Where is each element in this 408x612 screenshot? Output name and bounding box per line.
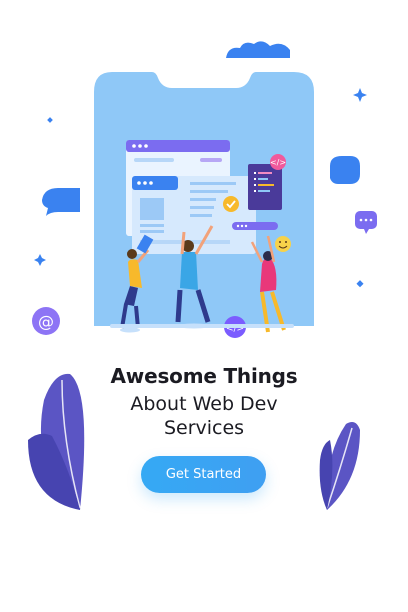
checkmark-icon [223, 196, 239, 212]
decor-dot [356, 280, 364, 288]
sparkle-icon [353, 88, 367, 102]
chat-bubble-icon [355, 211, 377, 234]
at-sign-icon: @ [32, 307, 60, 335]
sparkle-icon [34, 254, 46, 266]
hero-title: Awesome Things [110, 364, 298, 388]
smiley-icon [275, 236, 291, 252]
hero-subtitle-line-2: Services [163, 417, 245, 439]
input-bar [232, 222, 278, 230]
hero-subtitle-line-1: About Web Dev [130, 393, 278, 415]
cloud-icon [226, 41, 290, 58]
decor-dot [47, 117, 53, 123]
chat-bubble-icon [42, 188, 80, 216]
floor-line [110, 324, 294, 328]
svg-text:</>: </> [270, 158, 286, 167]
get-started-button[interactable]: Get Started [141, 456, 266, 493]
chat-bubble-icon [330, 156, 360, 184]
svg-text:@: @ [38, 312, 54, 331]
hero-illustration: </> </> @ [28, 41, 377, 510]
